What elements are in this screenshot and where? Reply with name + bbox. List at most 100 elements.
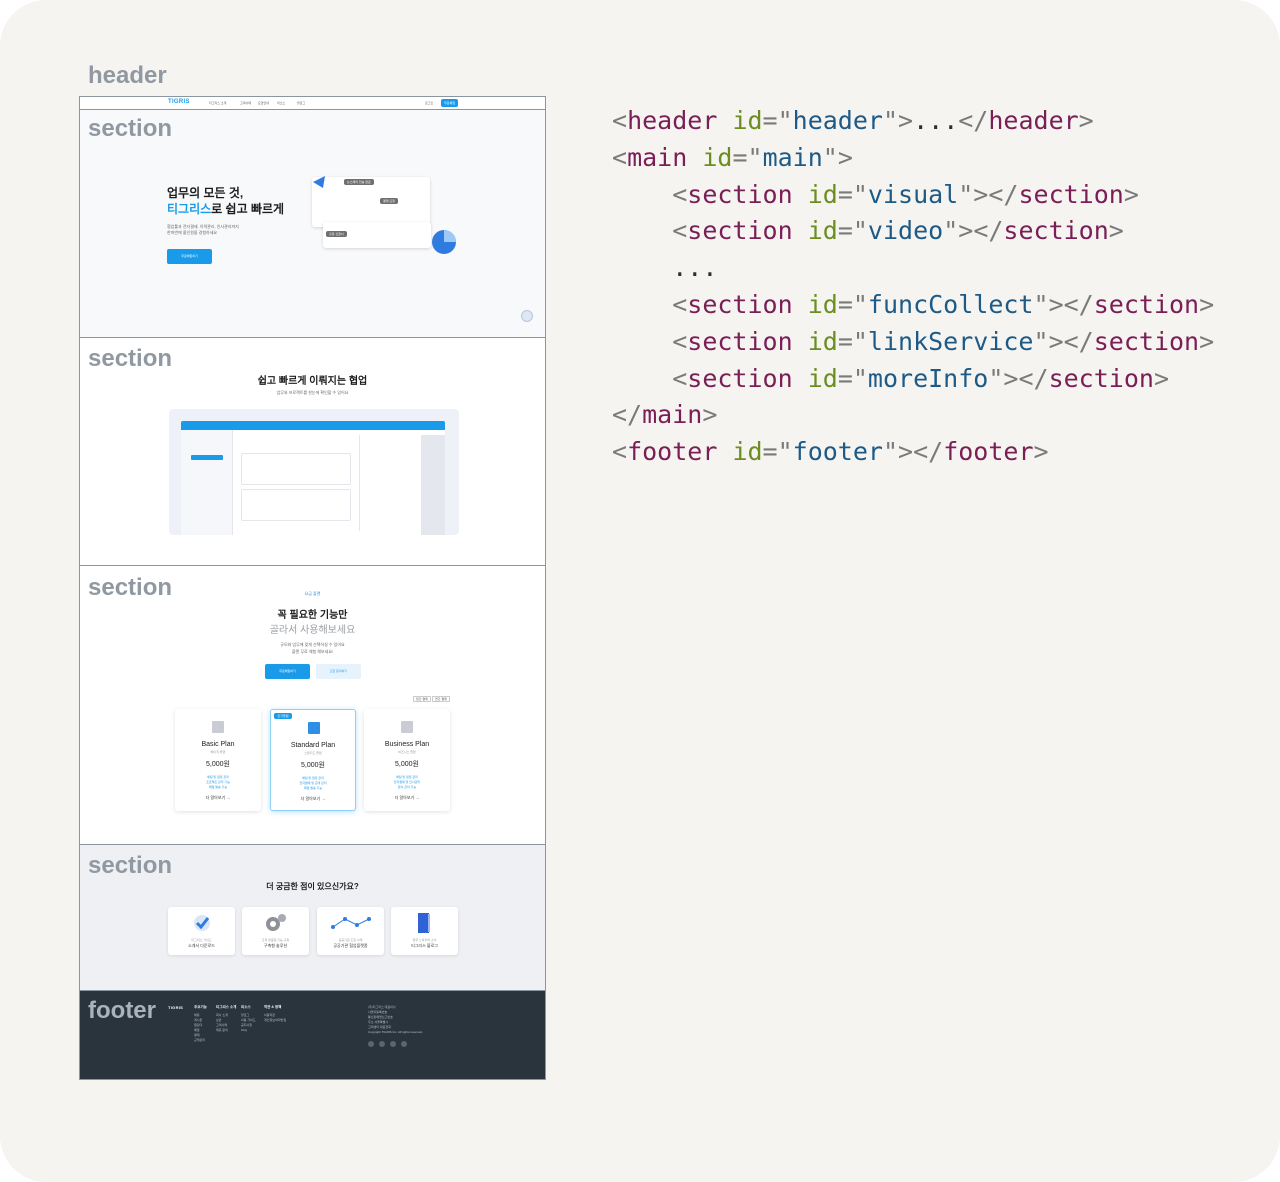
visual-pie-icon (432, 230, 456, 254)
mock-header: TIGRIS 티그리스 소개 고객사례 요금안내 리소스 블로그 로그인 무료체… (80, 97, 545, 110)
more-card-4: 업무 노하우와 소식 티그리스 블로그 (391, 907, 458, 955)
plan-basic-feature-1: 채팅 및 일정 관리 (207, 775, 229, 779)
code-line: </main> (612, 400, 718, 430)
footer-col-2-head: 티그리스 소개 (216, 1005, 237, 1009)
code-line: ... (672, 253, 718, 283)
checkmark-icon (194, 915, 210, 931)
code-line: <section id="video"></section> (672, 216, 1124, 246)
plan-standard-feature-3: 메일 발송 기능 (303, 786, 323, 790)
plan-title: 꼭 필요한 기능만 (277, 610, 348, 621)
plan-standard-name: Standard Plan (290, 742, 336, 749)
visual-bubble-3: 출장 신청서 (326, 231, 347, 237)
plan-basic-sub: 베이직 플랜 (210, 750, 226, 754)
footer-company-info: (주)티그리스 대표이사 사업자등록번호 통신판매업신고번호 주소 서울특별시 고객센터… (368, 1005, 423, 1034)
plan-business-more: 더 알아보기 → (394, 795, 420, 800)
video-feed-card-2 (241, 489, 351, 521)
visual-desc-2: 한꺼번에 올인원을 경험하세요 (167, 230, 218, 235)
mock-logo: TIGRIS (168, 99, 190, 105)
more-card-2-sub: 조직 맞춤형 기능 구축 (261, 938, 290, 942)
network-icon (331, 917, 371, 929)
label-section-plan: section (88, 574, 173, 601)
mock-nav-4: 리소스 (277, 101, 286, 105)
visual-bubble-1: 뉴스레터 전송 완료 (344, 179, 374, 185)
code-line: <header id="header">...</header> (612, 106, 1094, 135)
more-card-3: 공공기관 도입 사례 공공기관 협업플랫폼 (317, 907, 384, 955)
video-title: 쉽고 빠르게 이뤄지는 협업 (257, 376, 368, 387)
label-section-video: section (88, 345, 173, 372)
plan-standard-icon (308, 722, 320, 734)
footer-col-3: 블로그 이용 가이드 공지사항 FAQ (241, 1013, 256, 1032)
plan-featured-tag: 인기플랜 (274, 713, 292, 719)
mock-nav-1: 티그리스 소개 (209, 101, 227, 105)
visual-title-1: 업무의 모든 것, (167, 186, 244, 200)
label-footer: footer (88, 997, 156, 1024)
more-card-1: 티그리스 가이드 소개서 다운로드 (168, 907, 235, 955)
more-card-3-sub: 공공기관 도입 사례 (338, 938, 363, 942)
plan-card-basic: Basic Plan 베이직 플랜 5,000원 채팅 및 일정 관리 프로젝트… (175, 709, 261, 811)
visual-bubble-2: 결재 요청 (380, 198, 398, 204)
plan-business-feature-2: 전자결재 및 인사관리 (393, 780, 421, 784)
footer-col-4: 이용약관 개인정보처리방침 (264, 1013, 287, 1022)
more-card-2: 조직 맞춤형 기능 구축 구축형 솔루션 (242, 907, 309, 955)
video-screenshot (169, 409, 459, 535)
footer-col-1: 채팅 게시판 캘린더 메일 결재 근태관리 (194, 1013, 206, 1042)
code-line: <main id="main"> (612, 142, 853, 172)
footer-social-icons (368, 1041, 408, 1047)
visual-cone-icon (313, 176, 325, 188)
code-line: <section id="linkService"></section> (672, 326, 1215, 356)
plan-card-business: Business Plan 비즈니스 플랜 5,000원 채팅 및 일정 관리 … (364, 709, 450, 811)
plan-desc-1: 규모와 업무에 맞게 선택하실 수 있어요 (280, 642, 345, 647)
plan-basic-name: Basic Plan (201, 741, 235, 748)
code-line: <section id="visual"></section> (672, 179, 1139, 209)
diagram-canvas: header TIGRIS 티그리스 소개 고객사례 요금안내 리소스 블로그 … (0, 0, 1280, 1182)
footer-col-3-head: 리소스 (241, 1005, 251, 1009)
code-line: <section id="moreInfo"></section> (672, 363, 1169, 393)
mock-login: 로그인 (425, 101, 434, 105)
more-card-2-title: 구축형 솔루션 (263, 943, 288, 948)
label-section-visual: section (88, 115, 173, 142)
plan-standard-price: 5,000원 (301, 762, 325, 769)
plan-btn-secondary: 도입 문의하기 (316, 664, 361, 679)
label-header: header (88, 62, 167, 89)
plan-basic-icon (212, 721, 224, 733)
plan-toggle-monthly: 월간 결제 (413, 696, 431, 702)
plan-desc-2: 플랜 무료 체험 해보세요! (291, 649, 334, 654)
mock-nav-3: 요금안내 (258, 101, 270, 105)
plan-subtitle: 골라서 사용해보세요 (269, 625, 356, 636)
mock-visual-section: 업무의 모든 것, 티그리스로 쉽고 빠르게 협업툴과 전자결재, 이력관리, … (80, 110, 545, 338)
label-section-moreinfo: section (88, 852, 173, 879)
mock-nav-5: 블로그 (297, 101, 306, 105)
plan-basic-feature-3: 메일 발송 기능 (208, 785, 228, 789)
visual-cta: 무료체험하기 (167, 249, 212, 264)
footer-logo: TIGRIS (168, 1005, 184, 1010)
video-scrollbar (421, 435, 445, 535)
footer-col-2: 회사 소개 보안 고객사례 제휴 문의 (216, 1013, 228, 1032)
mock-cta: 무료체험 (441, 99, 458, 107)
code-line: <footer id="footer"></footer> (612, 437, 1049, 467)
more-title: 더 궁금한 점이 있으신가요? (266, 882, 359, 891)
mock-nav-2: 고객사례 (240, 101, 252, 105)
plan-basic-feature-2: 프로젝트 관리 기능 (206, 780, 230, 784)
video-subtitle: 업무와 프로젝트를 한눈에 확인할 수 있어요 (276, 390, 349, 395)
plan-standard-feature-1: 채팅 및 일정 관리 (302, 776, 324, 780)
code-line: <section id="funcCollect"></section> (672, 289, 1215, 319)
plan-standard-more: 더 알아보기 → (300, 796, 326, 801)
video-right-panel (359, 435, 413, 531)
video-feed-card-1 (241, 453, 351, 485)
plan-standard-sub: 스탠다드 플랜 (304, 751, 322, 755)
plan-business-price: 5,000원 (395, 761, 419, 768)
video-app-bar (181, 421, 445, 430)
visual-chat-fab (521, 310, 533, 322)
book-icon (418, 913, 430, 933)
visual-title-2: 티그리스로 쉽고 빠르게 (167, 202, 285, 216)
footer-col-1-head: 주요기능 (194, 1005, 207, 1009)
video-app-button (191, 455, 223, 460)
plan-standard-feature-2: 전자결재 및 근태 관리 (299, 781, 327, 785)
plan-business-feature-3: 문서 관리 기능 (397, 785, 417, 789)
plan-business-sub: 비즈니스 플랜 (398, 750, 416, 754)
plan-btn-primary: 무료체험하기 (265, 664, 310, 679)
plan-business-icon (401, 721, 413, 733)
plan-basic-more: 더 알아보기 → (205, 795, 231, 800)
plan-business-name: Business Plan (384, 741, 430, 748)
more-card-3-title: 공공기관 협업플랫폼 (333, 943, 368, 948)
